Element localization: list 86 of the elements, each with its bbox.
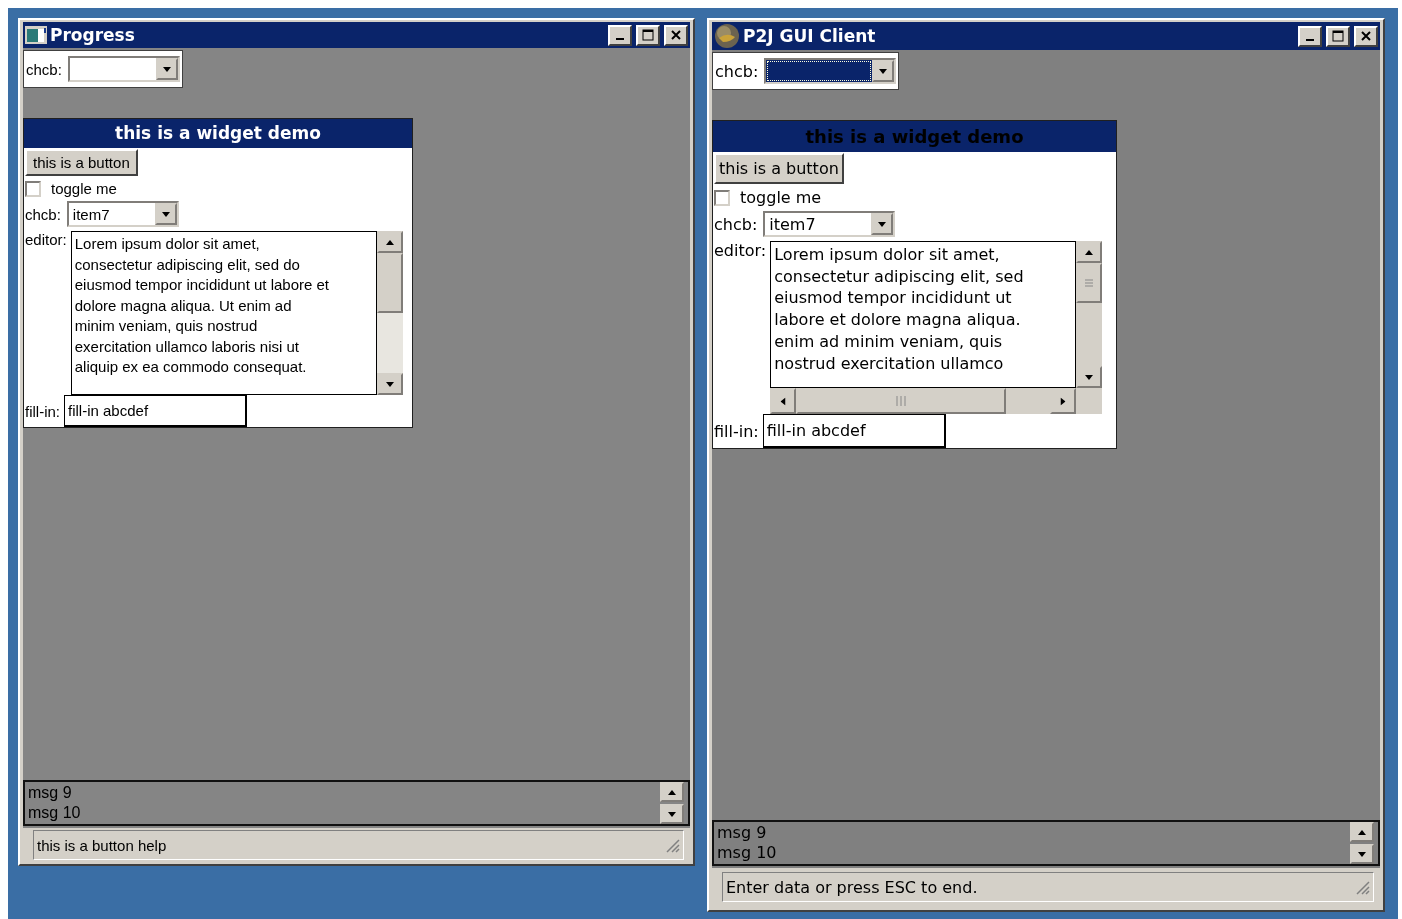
- scroll-up-button[interactable]: [376, 231, 403, 253]
- combo-value: item7: [768, 213, 817, 235]
- fill-in-field[interactable]: fill-in abcdef: [64, 395, 247, 427]
- demo-button[interactable]: this is a button: [25, 149, 138, 176]
- message-line: msg 10: [717, 843, 778, 863]
- editor-field[interactable]: Lorem ipsum dolor sit amet, consectetur adipiscing elit, sed eiusmod tempor incididunt ut labore et dolore magna aliqua. enim ad minim veniam, quis nostrud exercitation ullamco: [770, 241, 1077, 388]
- up-arrow-icon: [1085, 249, 1094, 255]
- right-arrow-icon: [1060, 397, 1066, 405]
- left-arrow-icon: [780, 397, 786, 405]
- vertical-scrollbar[interactable]: [376, 231, 403, 395]
- checkbox[interactable]: [714, 189, 730, 206]
- maximize-icon: [642, 29, 654, 41]
- scroll-left-button[interactable]: [770, 388, 797, 414]
- down-arrow-icon: [668, 811, 676, 817]
- resize-grip-icon[interactable]: [664, 837, 680, 853]
- checkbox-label: toggle me: [740, 188, 822, 207]
- message-line: msg 9: [717, 823, 768, 843]
- checkbox-label: toggle me: [51, 180, 117, 197]
- down-arrow-icon: [162, 66, 171, 72]
- grip-icon: [1084, 278, 1095, 288]
- editor-label: editor:: [25, 231, 67, 248]
- window-icon: [25, 26, 47, 44]
- close-icon: [670, 29, 682, 41]
- maximize-button[interactable]: [1326, 25, 1350, 47]
- scroll-up-button[interactable]: [1350, 822, 1374, 842]
- up-arrow-icon: [668, 789, 676, 795]
- dropdown-button[interactable]: [872, 60, 895, 82]
- message-line: msg 10: [28, 803, 82, 823]
- dropdown-button[interactable]: [154, 203, 177, 225]
- close-button[interactable]: [664, 24, 688, 46]
- horizontal-scrollbar[interactable]: [770, 388, 1077, 414]
- combo-box[interactable]: item7: [66, 201, 179, 227]
- combo-label: chcb:: [26, 60, 62, 78]
- down-arrow-icon: [385, 381, 394, 387]
- message-line: msg 9: [28, 783, 73, 803]
- up-arrow-icon: [1358, 829, 1366, 835]
- scroll-thumb[interactable]: [376, 253, 403, 313]
- window-title: P2J GUI Client: [743, 26, 876, 46]
- combo-value: item7: [71, 204, 111, 225]
- scroll-up-button[interactable]: [660, 782, 684, 802]
- vertical-scrollbar[interactable]: [1076, 241, 1103, 388]
- globe-icon: [714, 23, 740, 49]
- editor-label: editor:: [714, 241, 767, 260]
- close-button[interactable]: [1354, 25, 1378, 47]
- up-arrow-icon: [385, 239, 394, 245]
- combo-box[interactable]: item7: [763, 211, 896, 237]
- combo-label: chcb:: [714, 214, 758, 234]
- combo-box[interactable]: [764, 58, 897, 84]
- demo-button[interactable]: this is a button: [714, 153, 844, 184]
- scroll-down-button[interactable]: [1076, 366, 1103, 388]
- minimize-icon: [1306, 39, 1314, 41]
- down-arrow-icon: [1358, 851, 1366, 857]
- frame-title: this is a widget demo: [24, 119, 412, 148]
- scroll-thumb[interactable]: [1076, 263, 1103, 303]
- combo-label: chcb:: [25, 205, 61, 223]
- fill-in-field[interactable]: fill-in abcdef: [762, 414, 946, 448]
- status-text: this is a button help: [37, 836, 167, 854]
- window-title: Progress: [50, 25, 135, 45]
- status-text: Enter data or press ESC to end.: [726, 877, 978, 897]
- combo-label: chcb:: [715, 61, 759, 81]
- scroll-thumb[interactable]: [796, 388, 1007, 414]
- checkbox[interactable]: [25, 180, 41, 197]
- editor-field[interactable]: Lorem ipsum dolor sit amet, consectetur adipiscing elit, sed do eiusmod tempor incididunt ut labore et dolore magna aliqua. Ut enim ad minim veniam, quis nostrud exercitation ullamco laboris nisi ut aliquip ex ea commodo consequat.: [70, 231, 377, 395]
- dropdown-button[interactable]: [871, 213, 894, 235]
- scroll-right-button[interactable]: [1050, 388, 1077, 414]
- resize-grip-icon[interactable]: [1354, 879, 1370, 895]
- scroll-down-button[interactable]: [660, 804, 684, 824]
- scroll-up-button[interactable]: [1076, 241, 1103, 263]
- grip-icon: [894, 395, 909, 407]
- minimize-icon: [616, 38, 624, 40]
- close-icon: [1360, 30, 1372, 42]
- down-arrow-icon: [1085, 374, 1094, 380]
- minimize-button[interactable]: [1298, 25, 1322, 47]
- maximize-icon: [1332, 30, 1344, 42]
- dropdown-button[interactable]: [155, 58, 178, 80]
- minimize-button[interactable]: [608, 24, 632, 46]
- scrollbar-corner: [1076, 388, 1103, 414]
- scroll-down-button[interactable]: [1350, 844, 1374, 864]
- fill-in-label: fill-in:: [25, 402, 60, 420]
- frame-title: this is a widget demo: [713, 121, 1116, 152]
- scroll-down-button[interactable]: [376, 373, 403, 395]
- down-arrow-icon: [878, 221, 887, 227]
- down-arrow-icon: [879, 68, 888, 74]
- maximize-button[interactable]: [636, 24, 660, 46]
- down-arrow-icon: [161, 211, 170, 217]
- fill-in-label: fill-in:: [714, 421, 759, 441]
